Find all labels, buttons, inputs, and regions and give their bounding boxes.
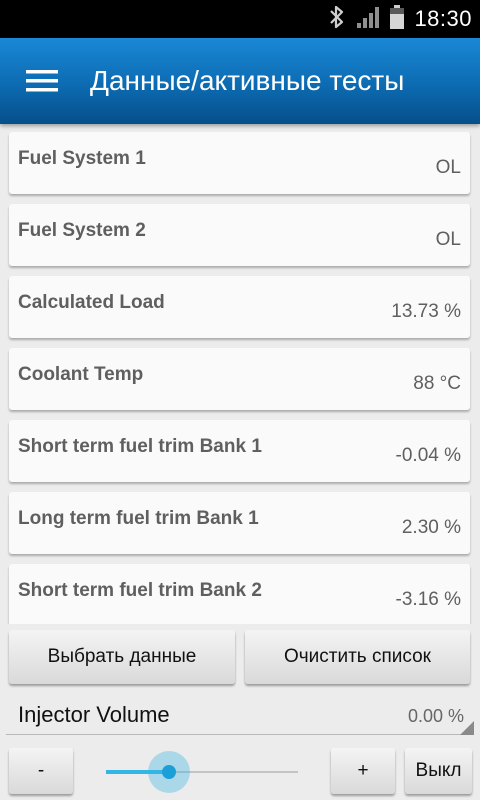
action-bar: Данные/активные тесты <box>0 38 480 124</box>
divider <box>6 734 474 735</box>
pid-value: 88 °C <box>413 373 461 394</box>
pid-value: 2.30 % <box>401 517 461 538</box>
pid-label: Coolant Temp <box>18 364 144 385</box>
bluetooth-icon <box>328 4 346 35</box>
pid-value: OL <box>435 157 461 178</box>
pid-card-fuel-system-2[interactable]: Fuel System 2 OL <box>9 204 470 266</box>
pid-card-fuel-system-1[interactable]: Fuel System 1 OL <box>9 132 470 194</box>
pid-label: Fuel System 1 <box>18 148 146 169</box>
pid-value: 13.73 % <box>391 301 461 322</box>
pid-card-calculated-load[interactable]: Calculated Load 13.73 % <box>9 276 470 338</box>
increment-button[interactable]: + <box>331 748 395 794</box>
pid-card-stft-bank-1[interactable]: Short term fuel trim Bank 1 -0.04 % <box>9 420 470 482</box>
pid-label: Calculated Load <box>18 292 165 313</box>
active-test-value: 0.00 % <box>407 706 464 726</box>
pid-card-ltft-bank-1[interactable]: Long term fuel trim Bank 1 2.30 % <box>9 492 470 554</box>
pid-value: -0.04 % <box>395 445 461 466</box>
hamburger-menu-icon[interactable] <box>26 66 68 96</box>
pid-value: -3.16 % <box>395 589 461 610</box>
active-test-label: Injector Volume <box>18 702 170 727</box>
pid-label: Long term fuel trim Bank 1 <box>18 508 259 529</box>
off-button[interactable]: Выкл <box>405 748 472 794</box>
pid-card-coolant-temp[interactable]: Coolant Temp 88 °C <box>9 348 470 410</box>
injector-slider[interactable] <box>106 751 298 793</box>
pid-label: Fuel System 2 <box>18 220 146 241</box>
pid-value: OL <box>435 229 461 250</box>
decrement-button[interactable]: - <box>9 748 73 794</box>
battery-icon <box>390 4 405 35</box>
active-test-row: Injector Volume 0.00 % <box>0 690 480 738</box>
status-bar: 18:30 <box>0 0 480 38</box>
corner-indicator-icon <box>460 721 474 735</box>
status-time: 18:30 <box>414 6 472 31</box>
clear-list-button[interactable]: Очистить список <box>245 630 470 684</box>
page-title: Данные/активные тесты <box>90 65 405 96</box>
signal-icon <box>356 5 380 34</box>
select-data-button[interactable]: Выбрать данные <box>9 630 235 684</box>
pid-list[interactable]: Fuel System 1 OL Fuel System 2 OL Calcul… <box>0 124 480 624</box>
pid-label: Short term fuel trim Bank 2 <box>18 580 262 601</box>
pid-card-stft-bank-2[interactable]: Short term fuel trim Bank 2 -3.16 % <box>9 564 470 624</box>
pid-label: Short term fuel trim Bank 1 <box>18 436 262 457</box>
